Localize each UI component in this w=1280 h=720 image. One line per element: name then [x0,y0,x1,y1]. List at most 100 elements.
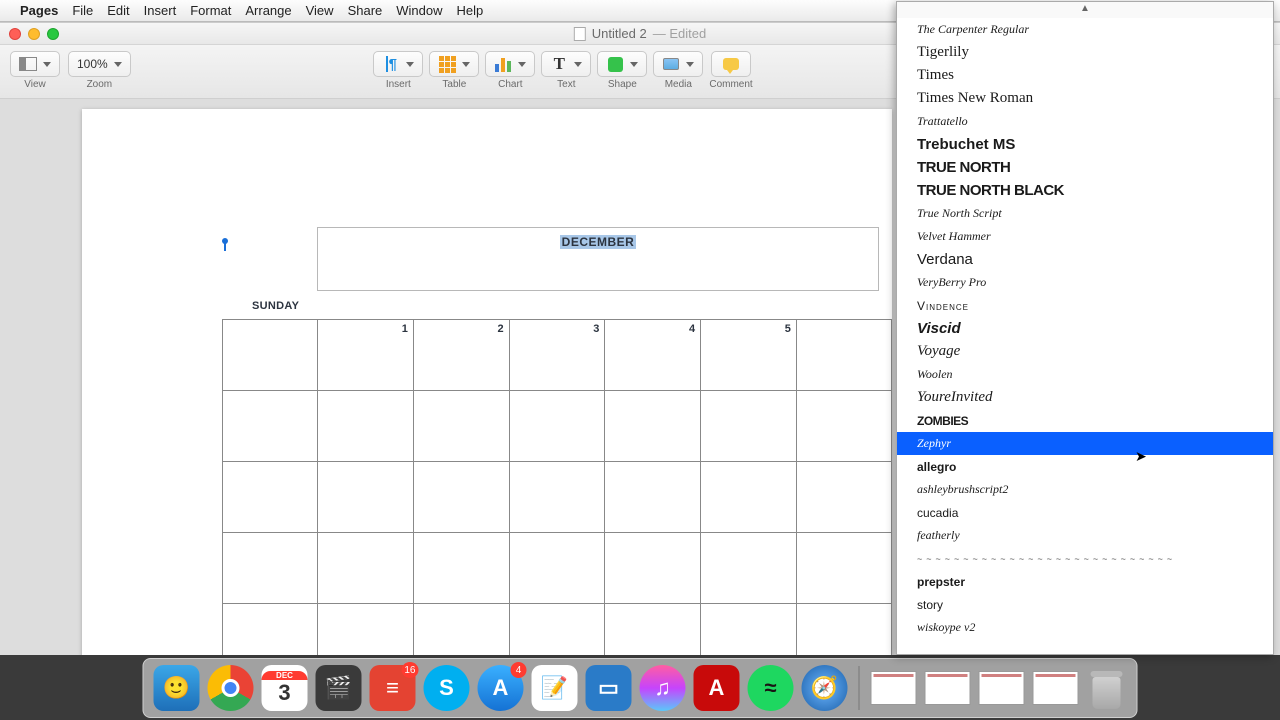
font-option[interactable]: Times [897,64,1273,87]
zoom-button-tb[interactable]: 100% [68,51,131,77]
spotify-icon[interactable]: ≈ [748,665,794,711]
menu-format[interactable]: Format [190,3,231,18]
menu-insert[interactable]: Insert [144,3,177,18]
menu-help[interactable]: Help [457,3,484,18]
font-option[interactable]: Vindence [897,294,1273,317]
menu-share[interactable]: Share [348,3,383,18]
badge: 4 [511,662,527,678]
font-option[interactable]: allegro [897,455,1273,478]
minimized-window[interactable] [871,671,917,705]
chrome-icon[interactable] [208,665,254,711]
font-option[interactable]: TRUE NORTH [897,156,1273,179]
font-option[interactable]: prepster [897,570,1273,593]
font-option[interactable]: TRUE NORTH BLACK [897,179,1273,202]
shape-label: Shape [608,79,637,90]
minimized-window[interactable] [979,671,1025,705]
title-text-box[interactable]: DECEMBER [317,227,879,291]
table-button[interactable] [429,51,479,77]
font-option[interactable]: Times New Roman [897,87,1273,110]
text-button[interactable]: T [541,51,591,77]
font-option[interactable]: VeryBerry Pro [897,271,1273,294]
font-option[interactable]: ~~~~~~~~~~~~~~~~~~~~~~~~~~~~ [897,547,1273,570]
media-label: Media [665,79,692,90]
menu-edit[interactable]: Edit [107,3,129,18]
day-header-sunday[interactable]: SUNDAY [252,300,299,312]
document-status: — Edited [653,26,706,41]
window-title: Untitled 2 — Edited [574,26,706,41]
close-button[interactable] [9,28,21,40]
table-row [223,604,892,656]
dock: 🙂 DEC3 🎬 ≡16 S A4 📝 ▭ ♫ A ≈ 🧭 [143,658,1138,718]
table-row: 1 2 3 4 5 [223,320,892,391]
table-row [223,391,892,462]
calendar-icon[interactable]: DEC3 [262,665,308,711]
font-list[interactable]: The Carpenter RegularTigerlilyTimesTimes… [897,18,1273,639]
font-dropdown[interactable]: ▲ The Carpenter RegularTigerlilyTimesTim… [896,1,1274,655]
chart-label: Chart [498,79,522,90]
font-option[interactable]: Trebuchet MS [897,133,1273,156]
minimized-window[interactable] [925,671,971,705]
cal-cell[interactable]: 3 [509,320,605,391]
zoom-label: Zoom [87,79,113,90]
font-option[interactable]: Voyage [897,340,1273,363]
font-option[interactable]: Viscid [897,317,1273,340]
minimized-window[interactable] [1033,671,1079,705]
font-option[interactable]: Woolen [897,363,1273,386]
cal-cell[interactable]: 5 [701,320,797,391]
comment-button[interactable] [711,51,751,77]
cal-cell[interactable]: 2 [413,320,509,391]
font-option[interactable]: featherly [897,524,1273,547]
insert-label: Insert [386,79,411,90]
trash-icon[interactable] [1087,665,1127,711]
media-button[interactable] [653,51,703,77]
minimize-button[interactable] [28,28,40,40]
text-label: Text [557,79,575,90]
font-option[interactable]: True North Script [897,202,1273,225]
cal-cell[interactable] [796,320,891,391]
document-icon [574,27,586,41]
table-label: Table [442,79,466,90]
font-option[interactable]: wiskoype v2 [897,616,1273,639]
dock-separator [859,666,860,710]
table-row [223,533,892,604]
traffic-lights [0,28,59,40]
page[interactable]: DECEMBER SUNDAY 1 2 3 4 5 [82,109,892,655]
menu-file[interactable]: File [72,3,93,18]
keynote-icon[interactable]: ▭ [586,665,632,711]
zoom-button[interactable] [47,28,59,40]
font-option[interactable]: Zephyr [897,432,1273,455]
title-text[interactable]: DECEMBER [560,235,637,249]
safari-icon[interactable]: 🧭 [802,665,848,711]
scroll-up-arrow[interactable]: ▲ [897,2,1273,18]
font-option[interactable]: Tigerlily [897,41,1273,64]
cal-cell[interactable]: 1 [318,320,414,391]
font-option[interactable]: Verdana [897,248,1273,271]
chart-button[interactable] [485,51,535,77]
finder-icon[interactable]: 🙂 [154,665,200,711]
menu-arrange[interactable]: Arrange [245,3,291,18]
view-button[interactable] [10,51,60,77]
document-name[interactable]: Untitled 2 [592,26,647,41]
insert-button[interactable]: ¶ [373,51,423,77]
table-row [223,462,892,533]
textedit-icon[interactable]: 📝 [532,665,578,711]
cal-cell[interactable]: 4 [605,320,701,391]
skype-icon[interactable]: S [424,665,470,711]
cal-cell[interactable] [223,320,318,391]
font-option[interactable]: Trattatello [897,110,1273,133]
font-option[interactable]: YoureInvited [897,386,1273,409]
shape-button[interactable] [597,51,647,77]
itunes-icon[interactable]: ♫ [640,665,686,711]
font-option[interactable]: cucadia [897,501,1273,524]
font-option[interactable]: ZOMBIES [897,409,1273,432]
font-option[interactable]: The Carpenter Regular [897,18,1273,41]
font-option[interactable]: ashleybrushscript2 [897,478,1273,501]
app-name[interactable]: Pages [20,3,58,18]
menu-window[interactable]: Window [396,3,442,18]
acrobat-icon[interactable]: A [694,665,740,711]
imovie-icon[interactable]: 🎬 [316,665,362,711]
calendar-table[interactable]: 1 2 3 4 5 [222,319,892,655]
menu-view[interactable]: View [306,3,334,18]
font-option[interactable]: story [897,593,1273,616]
font-option[interactable]: Velvet Hammer [897,225,1273,248]
